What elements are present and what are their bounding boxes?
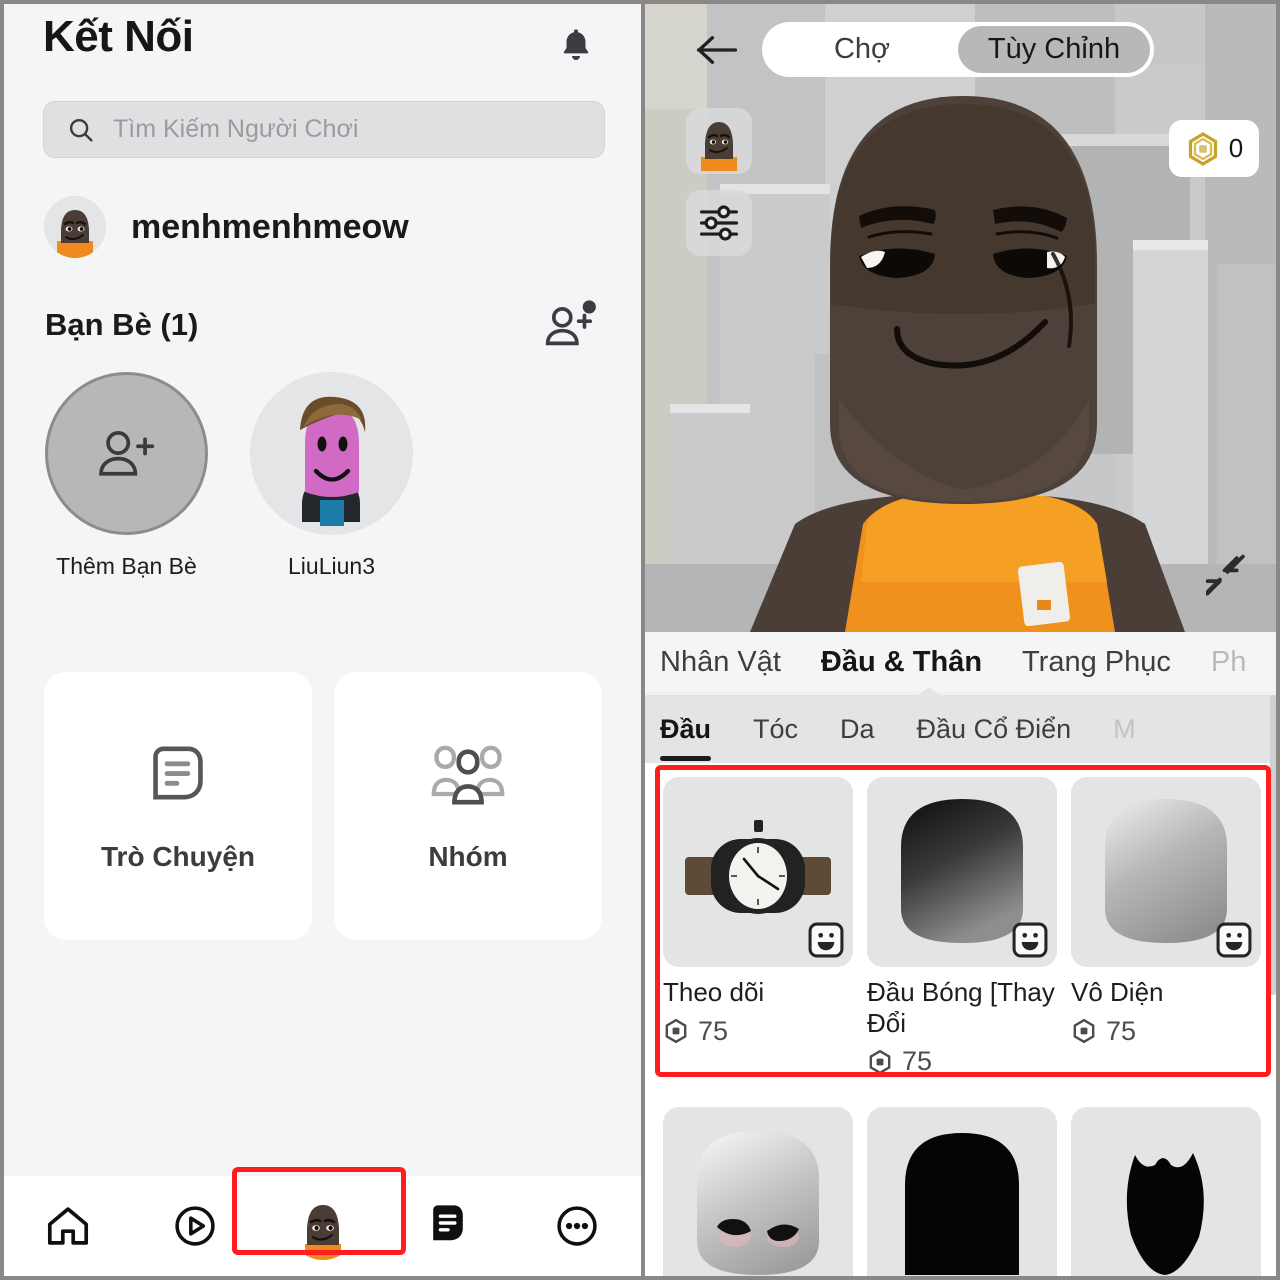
robux-icon (665, 1018, 687, 1044)
chat-icon (153, 746, 203, 800)
robux-icon (1073, 1018, 1095, 1044)
item-row: Theo dõi 75 Đầu Bóng [Thay Đổi 75 Vô Diệ… (663, 777, 1263, 1077)
nav-home[interactable] (4, 1176, 131, 1276)
tab-nhan-vat[interactable]: Nhân Vật (660, 646, 781, 679)
item-thumbnail (867, 1107, 1057, 1276)
add-friend-icon (98, 430, 154, 476)
add-friend-button[interactable] (45, 372, 208, 535)
item-thumbnail (867, 777, 1057, 967)
item-thumbnail (663, 777, 853, 967)
item-card[interactable] (663, 1107, 853, 1276)
add-friend-icon[interactable] (541, 300, 599, 354)
smiley-badge (808, 922, 844, 958)
item-price-value: 75 (1106, 1015, 1137, 1046)
tab-phu-kien[interactable]: Ph (1211, 646, 1246, 679)
friends-list: Thêm Bạn Bè LiuLiun3 (45, 372, 413, 580)
left-panel-header: Kết Nối (4, 4, 641, 90)
groups-card-label: Nhóm (428, 841, 508, 872)
adjust-button[interactable] (686, 190, 752, 256)
item-price-value: 75 (698, 1015, 729, 1046)
nav-discover[interactable] (131, 1176, 258, 1276)
avatar (44, 196, 106, 258)
nav-more[interactable] (514, 1176, 641, 1276)
avatar-editor-panel: Chợ Tùy Chỉnh 0 Nhân Vật Đầu & Thân Tran… (645, 4, 1276, 1276)
search-icon (69, 118, 93, 142)
item-price: 75 (1071, 1016, 1261, 1047)
item-price: 75 (663, 1016, 853, 1047)
item-name: Đầu Bóng [Thay Đổi (867, 977, 1055, 1038)
item-price: 75 (867, 1046, 1057, 1077)
robux-icon (869, 1049, 891, 1075)
bell-icon[interactable] (551, 20, 601, 70)
list-item-label: LiuLiun3 (288, 553, 375, 579)
robux-icon (1188, 131, 1217, 166)
home-icon (47, 1207, 88, 1245)
search-placeholder: Tìm Kiếm Người Chơi (113, 115, 359, 143)
item-grid: Theo dõi 75 Đầu Bóng [Thay Đổi 75 Vô Diệ… (663, 777, 1263, 1276)
item-card[interactable]: Vô Diện 75 (1071, 777, 1261, 1077)
groups-card[interactable]: Nhóm (334, 672, 602, 940)
item-name: Theo dõi (663, 977, 765, 1007)
category-tabs: Nhân Vật Đầu & Thân Trang Phục Ph (645, 632, 1276, 692)
friends-heading: Bạn Bè (1) (45, 307, 199, 342)
subtab-dau[interactable]: Đầu (660, 714, 712, 761)
item-thumbnail (1071, 777, 1261, 967)
active-tab-caret (910, 687, 948, 701)
item-name: Vô Diện (1071, 977, 1164, 1007)
marketplace-customize-toggle: Chợ Tùy Chỉnh (762, 22, 1154, 77)
collapse-arrows-icon[interactable] (1202, 552, 1246, 598)
item-card[interactable] (867, 1107, 1057, 1276)
list-item-label: Thêm Bạn Bè (56, 553, 197, 579)
subcategory-tabs: Đầu Tóc Da Đầu Cổ Điển M (645, 695, 1276, 763)
sliders-icon (699, 205, 738, 241)
item-thumbnail (1071, 1107, 1261, 1276)
connect-panel: Kết Nối Tìm Kiếm Người Chơi menhmenhmeow… (4, 4, 641, 1276)
chat-filled-icon (433, 1205, 463, 1241)
groups-icon (431, 745, 505, 805)
avatar (288, 1192, 357, 1260)
quick-actions: Trò Chuyện Nhóm (44, 672, 602, 940)
subtab-da[interactable]: Da (840, 714, 875, 745)
robux-balance[interactable]: 0 (1169, 120, 1259, 177)
item-card[interactable] (1071, 1107, 1261, 1276)
list-item[interactable]: LiuLiun3 (250, 372, 413, 580)
back-arrow-icon[interactable] (693, 26, 741, 74)
avatar-preview-stage[interactable]: Chợ Tùy Chỉnh 0 (645, 4, 1276, 632)
page-title: Kết Nối (43, 12, 194, 61)
search-input[interactable]: Tìm Kiếm Người Chơi (43, 101, 605, 158)
items-grid-area: Theo dõi 75 Đầu Bóng [Thay Đổi 75 Vô Diệ… (645, 763, 1276, 1276)
avatar-thumbnail-button[interactable] (686, 108, 752, 174)
list-item[interactable]: Thêm Bạn Bè (45, 372, 208, 580)
app-screen: Kết Nối Tìm Kiếm Người Chơi menhmenhmeow… (0, 0, 1280, 1280)
chat-card-label: Trò Chuyện (100, 841, 255, 872)
tab-dau-than[interactable]: Đầu & Thân (821, 646, 982, 679)
tab-tuy-chinh[interactable]: Tùy Chỉnh (958, 26, 1150, 73)
smiley-badge (1012, 922, 1048, 958)
more-dots-icon (557, 1206, 598, 1246)
nav-avatar[interactable] (259, 1176, 386, 1276)
smiley-badge (1216, 922, 1252, 958)
subtab-dau-co-dien[interactable]: Đầu Cổ Điển (917, 714, 1072, 745)
avatar[interactable] (250, 372, 413, 535)
avatar-scene (645, 4, 1276, 632)
subtab-mat[interactable]: M (1113, 714, 1136, 745)
nav-chat[interactable] (386, 1176, 513, 1276)
tab-cho[interactable]: Chợ (766, 26, 958, 73)
bottom-navigation (4, 1176, 641, 1276)
item-card[interactable]: Theo dõi 75 (663, 777, 853, 1077)
robux-count: 0 (1228, 133, 1244, 163)
chat-card[interactable]: Trò Chuyện (44, 672, 312, 940)
item-thumbnail (663, 1107, 853, 1276)
subtab-toc[interactable]: Tóc (753, 714, 798, 745)
avatar-icon (701, 122, 737, 171)
current-user-row[interactable]: menhmenhmeow (44, 196, 409, 258)
vertical-scrollbar[interactable] (1270, 695, 1276, 995)
play-circle-icon (175, 1206, 215, 1246)
tab-trang-phuc[interactable]: Trang Phục (1022, 646, 1171, 679)
item-card[interactable]: Đầu Bóng [Thay Đổi 75 (867, 777, 1057, 1077)
item-price-value: 75 (902, 1046, 933, 1077)
current-user-name: menhmenhmeow (131, 207, 409, 246)
item-row (663, 1107, 1263, 1276)
